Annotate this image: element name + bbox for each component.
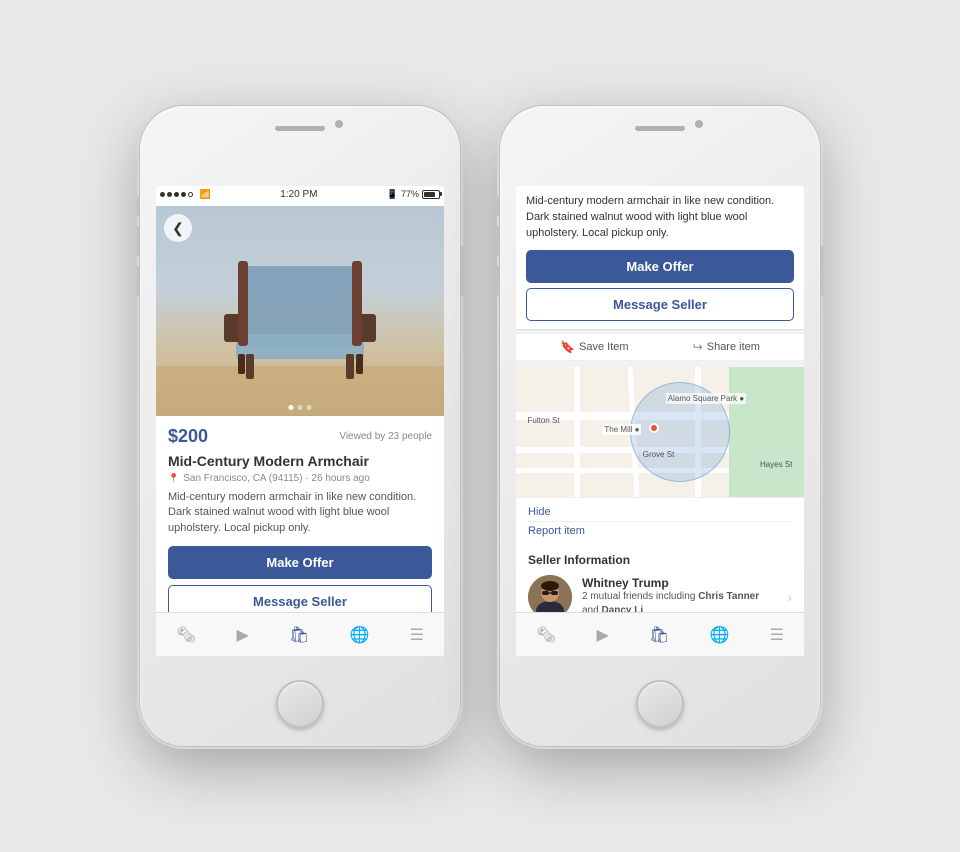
mute-switch-2 [497, 196, 500, 216]
home-button[interactable] [276, 680, 324, 728]
save-item-btn[interactable]: 🔖 Save Item [560, 340, 628, 354]
volume-down-button-2 [497, 266, 500, 296]
mill-label: The Mill ● [602, 424, 641, 435]
share-icon: ↪ [693, 340, 703, 354]
signal-dot-2 [167, 192, 172, 197]
volume-down-button [137, 266, 140, 296]
signal-dot-3 [174, 192, 179, 197]
tab-store-icon[interactable]: 🛍 [289, 625, 309, 645]
tab-play-icon-2[interactable]: ▶ [597, 625, 609, 645]
speaker-2 [635, 126, 685, 131]
image-dots [289, 405, 312, 410]
phone-top [140, 106, 460, 186]
tab-menu-icon[interactable]: ☰ [410, 625, 424, 645]
signal-indicators: 📶 [160, 189, 211, 200]
battery-icon [422, 190, 440, 199]
battery-area: 📱 77% [387, 189, 440, 200]
phone-top-2 [500, 106, 820, 186]
report-link[interactable]: Report item [528, 522, 792, 540]
signal-dot-5 [188, 192, 193, 197]
tab-globe-icon-2[interactable]: 🌐 [709, 625, 729, 645]
power-button [460, 246, 463, 296]
seller-chevron-icon[interactable]: › [787, 589, 792, 605]
battery-percent: 77% [401, 189, 419, 199]
tab-news-icon-2[interactable]: 🗞 [536, 625, 556, 645]
listing-title: Mid-Century Modern Armchair [168, 453, 432, 469]
status-bar-1: 📶 1:20 PM 📱 77% [156, 186, 444, 202]
bookmark-icon: 🔖 [560, 340, 575, 354]
speaker [275, 126, 325, 131]
save-item-label: Save Item [579, 341, 629, 353]
volume-up-button-2 [497, 226, 500, 256]
map-section: Fulton St Grove St The Mill ● Alamo Squa… [516, 367, 804, 497]
bluetooth-icon: 📱 [387, 189, 398, 200]
mute-switch [137, 196, 140, 216]
share-item-label: Share item [707, 341, 760, 353]
volume-up-button [137, 226, 140, 256]
detail-screen: Mid-century modern armchair in like new … [516, 186, 804, 656]
share-item-btn[interactable]: ↪ Share item [693, 340, 760, 354]
tab-bar-2: 🗞 ▶ 🛍 🌐 ☰ [516, 612, 804, 656]
price-row: $200 Viewed by 23 people [168, 426, 432, 447]
battery-fill [424, 192, 435, 197]
front-camera [335, 120, 343, 128]
dot-1 [289, 405, 294, 410]
price: $200 [168, 426, 208, 447]
grove-label: Grove St [643, 450, 675, 459]
phone-2: Mid-century modern armchair in like new … [500, 106, 820, 746]
listing-description: Mid-century modern armchair in like new … [168, 490, 432, 536]
phones-container: 📶 1:20 PM 📱 77% [140, 106, 820, 746]
dot-2 [298, 405, 303, 410]
tab-menu-icon-2[interactable]: ☰ [770, 625, 784, 645]
seller-name: Whitney Trump [582, 576, 777, 590]
friend-1: Chris Tanner [698, 591, 759, 602]
screen-1: 📶 1:20 PM 📱 77% [156, 186, 444, 656]
map-placeholder: Fulton St Grove St The Mill ● Alamo Squa… [516, 367, 804, 497]
make-offer-button-2[interactable]: Make Offer [526, 250, 794, 283]
chair-illustration [156, 206, 444, 416]
clock: 1:20 PM [280, 189, 317, 200]
detail-description: Mid-century modern armchair in like new … [526, 194, 794, 242]
signal-dot-1 [160, 192, 165, 197]
message-seller-button-2[interactable]: Message Seller [526, 288, 794, 321]
tab-play-icon[interactable]: ▶ [237, 625, 249, 645]
location-icon: 📍 [168, 473, 179, 484]
hayes-label: Hayes St [760, 460, 792, 469]
power-button-2 [820, 246, 823, 296]
back-button[interactable]: ❮ [164, 214, 192, 242]
signal-dot-4 [181, 192, 186, 197]
wifi-icon: 📶 [200, 189, 211, 200]
listing-meta: 📍 San Francisco, CA (94115) · 26 hours a… [168, 473, 432, 484]
hide-link[interactable]: Hide [528, 503, 792, 522]
make-offer-button[interactable]: Make Offer [168, 546, 432, 579]
listing-image: ❮ [156, 206, 444, 416]
tab-news-icon[interactable]: 🗞 [176, 625, 196, 645]
seller-section-title: Seller Information [528, 553, 792, 567]
home-button-2[interactable] [636, 680, 684, 728]
fulton-label: Fulton St [528, 416, 560, 425]
listing-location: San Francisco, CA (94115) · 26 hours ago [183, 473, 370, 484]
mutual-friends-prefix: 2 mutual friends including [582, 591, 698, 602]
screen-2: Mid-century modern armchair in like new … [516, 186, 804, 656]
park-label: Alamo Square Park ● [666, 393, 746, 404]
front-camera-2 [695, 120, 703, 128]
viewed-count: Viewed by 23 people [339, 431, 432, 442]
tab-store-icon-2[interactable]: 🛍 [649, 625, 669, 645]
phone-1: 📶 1:20 PM 📱 77% [140, 106, 460, 746]
tab-globe-icon[interactable]: 🌐 [349, 625, 369, 645]
dot-3 [307, 405, 312, 410]
tab-bar-1: 🗞 ▶ 🛍 🌐 ☰ [156, 612, 444, 656]
